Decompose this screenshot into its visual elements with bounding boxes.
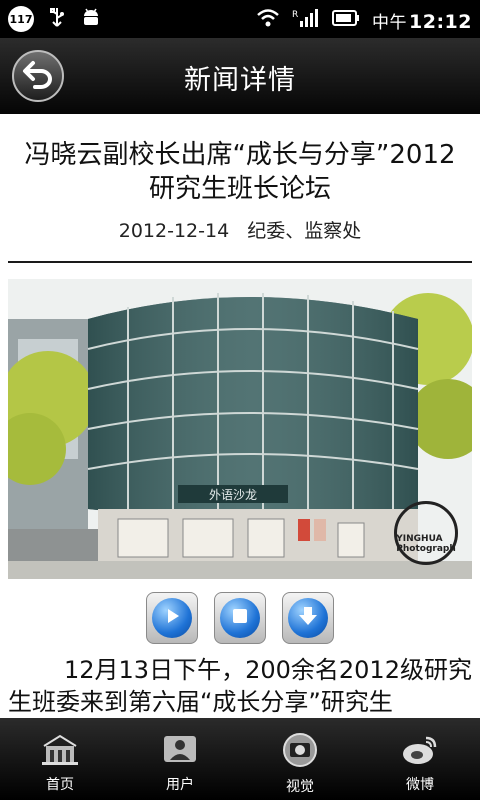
page-title: 新闻详情 — [184, 65, 296, 96]
building-sign: 外语沙龙 — [209, 488, 257, 502]
article-date: 2012-12-14 — [118, 220, 230, 242]
tab-home[interactable]: 首页 — [0, 718, 120, 800]
play-icon — [162, 606, 182, 630]
article-body: 12月13日下午，200余名2012级研究生班委来到第六届“成长分享”研究生 — [8, 656, 472, 716]
clock-time: 12:12 — [409, 10, 472, 33]
tab-visual-label: 视觉 — [286, 779, 314, 795]
home-gate-icon — [40, 732, 80, 766]
tab-user[interactable]: 用户 — [120, 718, 240, 800]
android-icon — [80, 6, 102, 32]
camera-icon — [280, 732, 320, 768]
tab-weibo[interactable]: 微博 — [360, 718, 480, 800]
notification-badge: 117 — [8, 6, 34, 32]
usb-icon — [46, 6, 68, 32]
tab-home-label: 首页 — [46, 777, 74, 793]
article-title: 冯晓云副校长出席“成长与分享”2012研究生班长论坛 — [24, 140, 456, 204]
wifi-icon — [256, 8, 280, 32]
download-button[interactable] — [282, 592, 334, 644]
status-bar: 117 R 中午 12:12 — [0, 0, 480, 38]
weibo-icon — [400, 732, 440, 766]
app-header: 新闻详情 — [0, 38, 480, 114]
article-department: 纪委、监察处 — [247, 220, 362, 242]
clock-period: 中午 — [372, 12, 408, 33]
photo-watermark: YINGHUA Photograph — [394, 501, 458, 565]
stop-button[interactable] — [214, 592, 266, 644]
article-content[interactable]: 冯晓云副校长出席“成长与分享”2012研究生班长论坛 2012-12-14 纪委… — [0, 114, 480, 718]
signal-icon: R — [292, 7, 320, 33]
clock: 中午 12:12 — [372, 8, 472, 33]
stop-icon — [231, 607, 249, 629]
tab-visual[interactable]: 视觉 — [240, 718, 360, 800]
divider — [8, 261, 472, 263]
media-controls — [146, 592, 334, 644]
tab-weibo-label: 微博 — [406, 777, 434, 793]
battery-icon — [332, 9, 360, 31]
svg-text:R: R — [292, 10, 298, 20]
user-icon — [160, 732, 200, 766]
download-icon — [297, 605, 319, 631]
bottom-tab-bar: 首页 用户 视觉 微博 — [0, 718, 480, 800]
article-photo: 外语沙龙 YINGHUA Photograph — [8, 279, 472, 579]
article-meta: 2012-12-14 纪委、监察处 — [0, 216, 480, 243]
play-button[interactable] — [146, 592, 198, 644]
tab-user-label: 用户 — [166, 777, 194, 793]
